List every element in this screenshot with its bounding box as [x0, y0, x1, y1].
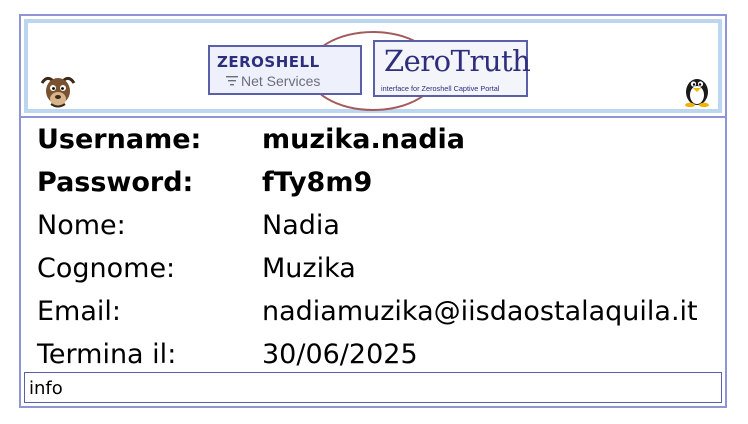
expiry-value: 30/06/2025 [262, 339, 418, 370]
tux-penguin-icon [685, 79, 709, 107]
gnu-mascot-icon [40, 76, 76, 108]
username-value: muzika.nadia [262, 124, 466, 155]
zeroshell-logo-subtitle: Net Services [241, 73, 321, 89]
row-username: Username: muzika.nadia [21, 118, 725, 161]
header-banner: ZEROSHELL Net Services ZeroTruth interfa… [24, 19, 722, 113]
lines-icon [226, 76, 238, 86]
email-value: nadiamuzika@iisdaostalaquila.it [262, 296, 698, 327]
info-label: info [29, 378, 63, 399]
zerotruth-logo-title: ZeroTruth [384, 44, 531, 78]
nome-label: Nome: [37, 210, 126, 241]
cognome-value: Muzika [262, 253, 356, 284]
row-cognome: Cognome: Muzika [21, 247, 725, 290]
expiry-label: Termina il: [37, 339, 177, 370]
username-label: Username: [37, 124, 202, 155]
zerotruth-logo-subtitle: interface for Zeroshell Captive Portal [381, 84, 500, 93]
password-value: fTy8m9 [262, 167, 373, 198]
nome-value: Nadia [262, 210, 340, 241]
zerotruth-logo: ZeroTruth interface for Zeroshell Captiv… [373, 40, 531, 97]
info-box: info [24, 372, 722, 403]
row-password: Password: fTy8m9 [21, 161, 725, 204]
cognome-label: Cognome: [37, 253, 176, 284]
user-details: Username: muzika.nadia Password: fTy8m9 … [21, 118, 725, 376]
zeroshell-logo: ZEROSHELL Net Services [208, 45, 362, 95]
password-label: Password: [37, 167, 194, 198]
zeroshell-logo-title: ZEROSHELL [217, 53, 320, 71]
row-termina: Termina il: 30/06/2025 [21, 333, 725, 376]
credential-card: ZEROSHELL Net Services ZeroTruth interfa… [19, 14, 727, 408]
row-nome: Nome: Nadia [21, 204, 725, 247]
row-email: Email: nadiamuzika@iisdaostalaquila.it [21, 290, 725, 333]
email-label: Email: [37, 296, 122, 327]
